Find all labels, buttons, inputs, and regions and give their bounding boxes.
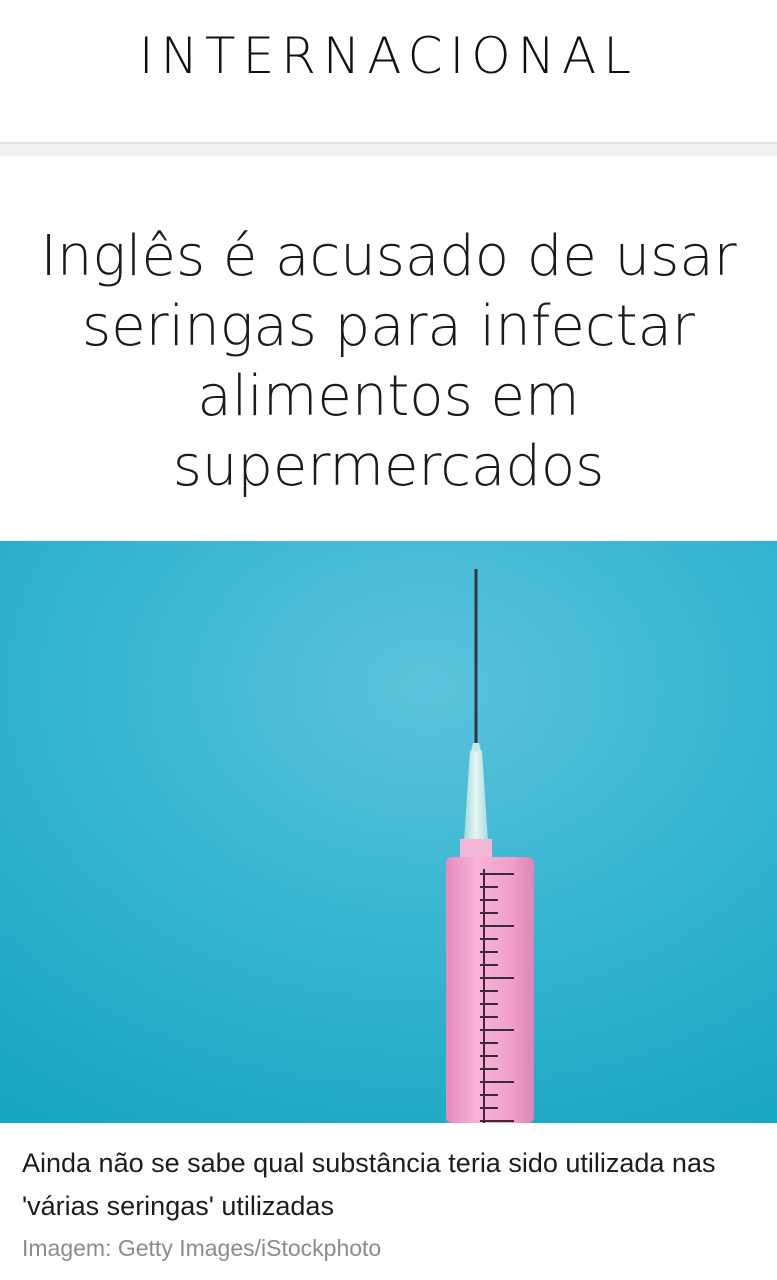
needle [474,569,478,751]
section-title[interactable]: INTERNACIONAL [139,27,638,85]
header-divider [0,142,777,156]
article-hero-image[interactable] [0,541,777,1123]
article-page: INTERNACIONAL Inglês é acusado de usar s… [0,0,777,1280]
image-caption: Ainda não se sabe qual substância teria … [22,1148,716,1221]
section-header[interactable]: INTERNACIONAL [0,0,777,142]
image-credit: Imagem: Getty Images/iStockphoto [22,1235,382,1261]
article-headline: Inglês é acusado de usar seringas para i… [40,224,737,499]
syringe-photo [0,541,777,1123]
